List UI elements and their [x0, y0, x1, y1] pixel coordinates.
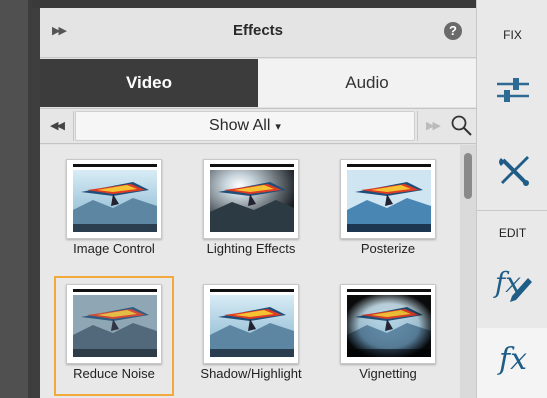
- hang-glider-image: [347, 170, 431, 232]
- media-tabs: Video Audio: [40, 59, 476, 107]
- effect-label: Posterize: [360, 241, 416, 256]
- effect-item-vignetting[interactable]: Vignetting: [328, 276, 448, 396]
- tools-button[interactable]: [493, 150, 533, 190]
- fx-icon: fx: [498, 342, 528, 377]
- left-gutter: [0, 0, 32, 398]
- hang-glider-image: [73, 170, 157, 232]
- effect-thumbnail: [66, 159, 162, 239]
- edit-effects-button[interactable]: fx: [490, 262, 536, 302]
- scrollbar-thumb[interactable]: [464, 153, 472, 199]
- effect-item-posterize[interactable]: Posterize: [328, 151, 448, 271]
- category-dropdown[interactable]: Show All ▾: [75, 111, 415, 141]
- effects-scrollbar[interactable]: [460, 145, 476, 398]
- effect-item-reduce-noise[interactable]: Reduce Noise: [54, 276, 174, 396]
- effect-label: Shadow/Highlight: [200, 366, 302, 381]
- search-button[interactable]: [450, 113, 474, 139]
- chevron-down-icon: ▾: [275, 121, 281, 133]
- effect-thumbnail: [66, 284, 162, 364]
- next-category-button[interactable]: ▶▶: [417, 111, 447, 141]
- right-toolbar: FIX EDIT fx fx: [476, 0, 547, 398]
- tab-video[interactable]: Video: [40, 59, 258, 107]
- tab-audio[interactable]: Audio: [258, 59, 476, 107]
- effect-item-lighting-effects[interactable]: Lighting Effects: [191, 151, 311, 271]
- edit-section-label: EDIT: [498, 226, 527, 240]
- panel-header: ▶▶ Effects ?: [40, 8, 476, 58]
- effects-panel-button[interactable]: fx: [493, 340, 533, 380]
- fix-section-label: FIX: [503, 28, 522, 42]
- effects-grid: Image Control Lighting Effects Posterize…: [40, 145, 460, 398]
- section-divider: [477, 210, 547, 211]
- hang-glider-image: [73, 295, 157, 357]
- effect-label: Reduce Noise: [73, 366, 155, 381]
- effect-thumbnail: [203, 159, 299, 239]
- effect-thumbnail: [340, 159, 436, 239]
- hang-glider-image: [210, 170, 294, 232]
- effect-label: Lighting Effects: [206, 241, 296, 256]
- filter-bar: ◀◀ Show All ▾ ▶▶: [40, 108, 476, 144]
- adjustments-button[interactable]: [493, 70, 533, 110]
- panel-title: Effects: [232, 22, 284, 39]
- category-dropdown-value: Show All: [209, 117, 271, 134]
- effect-thumbnail: [203, 284, 299, 364]
- previous-category-button[interactable]: ◀◀: [40, 111, 74, 141]
- search-icon: [451, 115, 472, 136]
- tools-icon: [499, 156, 529, 186]
- effects-panel: ▶▶ Effects ? Video Audio ◀◀ Show All ▾ ▶▶…: [32, 8, 476, 398]
- effect-thumbnail: [340, 284, 436, 364]
- hang-glider-image: [347, 295, 431, 357]
- pencil-icon: [510, 278, 532, 302]
- hang-glider-image: [210, 295, 294, 357]
- effect-item-shadow-highlight[interactable]: Shadow/Highlight: [191, 276, 311, 396]
- effect-label: Vignetting: [359, 366, 417, 381]
- help-icon[interactable]: ?: [444, 22, 462, 40]
- effect-label: Image Control: [73, 241, 155, 256]
- effect-item-image-control[interactable]: Image Control: [54, 151, 174, 271]
- sliders-icon: [497, 78, 529, 102]
